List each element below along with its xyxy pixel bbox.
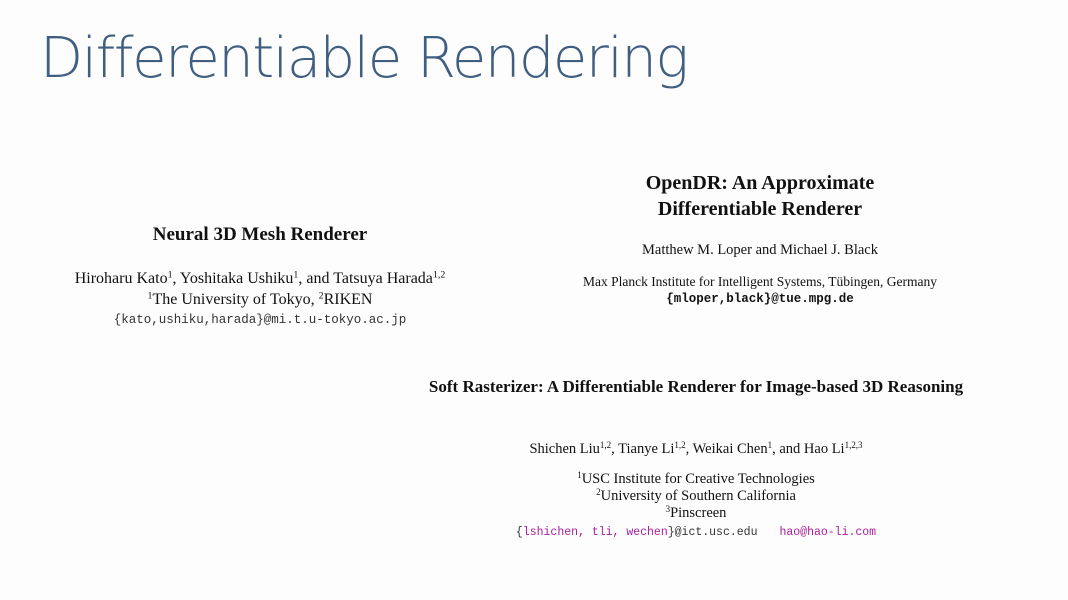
paper-title-line: Differentiable Renderer bbox=[657, 198, 863, 220]
paper-title: Neural 3D Mesh Renderer bbox=[152, 224, 368, 245]
author-email: {mloper,black}@tue.mpg.de bbox=[666, 292, 854, 306]
paper-soft-rasterizer: Soft Rasterizer: A Differentiable Render… bbox=[396, 377, 996, 539]
author-emails: {lshichen, tli, wechen}@ict.usc.edu hao@h… bbox=[396, 526, 996, 539]
author-list: Shichen Liu1,2, Tianye Li1,2, Weikai Che… bbox=[396, 441, 996, 458]
author-affil-mark: 1,2,3 bbox=[844, 440, 863, 451]
affiliation-name: USC Institute for Creative Technologies bbox=[581, 471, 815, 487]
paper-title: Soft Rasterizer: A Differentiable Render… bbox=[428, 377, 964, 396]
author-separator: , and bbox=[772, 441, 804, 457]
email-address: hao@hao-li.com bbox=[779, 526, 877, 539]
affiliation-name: RIKEN bbox=[323, 291, 373, 308]
email-usernames: lshichen, tli, wechen bbox=[522, 526, 668, 539]
affiliation-name: The University of Tokyo bbox=[152, 291, 311, 308]
paper-neural-3d-mesh-renderer: Neural 3D Mesh Renderer Hiroharu Kato1, … bbox=[40, 224, 480, 327]
author-list: Hiroharu Kato1, Yoshitaka Ushiku1, and T… bbox=[40, 268, 480, 289]
paper-title-line: OpenDR: An Approximate bbox=[645, 172, 875, 194]
author-separator: , bbox=[172, 270, 180, 287]
author-separator: , and bbox=[298, 270, 334, 287]
affiliation-line: 2University of Southern California bbox=[396, 488, 996, 505]
author-name: Yoshitaka Ushiku bbox=[179, 270, 294, 287]
author-name: Hiroharu Kato bbox=[74, 270, 168, 287]
author-list: Matthew M. Loper and Michael J. Black bbox=[642, 242, 878, 258]
author-email: {kato,ushiku,harada}@mi.t.u-tokyo.ac.jp bbox=[113, 313, 407, 327]
affiliation-list: 1The University of Tokyo, 2RIKEN bbox=[40, 289, 480, 310]
affiliation-name: Max Planck Institute for Intelligent Sys… bbox=[582, 274, 938, 289]
affiliation-separator: , bbox=[310, 291, 319, 308]
affiliation-name: Pinscreen bbox=[670, 505, 727, 521]
affiliation-line: 1USC Institute for Creative Technologies bbox=[396, 471, 996, 488]
affiliation-name: University of Southern California bbox=[600, 488, 796, 504]
author-affil-mark: 1,2 bbox=[674, 440, 686, 451]
author-separator: , bbox=[685, 441, 693, 457]
email-domain: }@ict.usc.edu bbox=[667, 526, 758, 539]
affiliation-line: 3Pinscreen bbox=[396, 505, 996, 522]
paper-title: OpenDR: An Approximate Differentiable Re… bbox=[560, 170, 960, 222]
paper-opendr: OpenDR: An Approximate Differentiable Re… bbox=[560, 170, 960, 307]
author-affil-mark: 1,2 bbox=[599, 440, 612, 451]
author-name: Hao Li bbox=[803, 441, 845, 457]
email-brace: { bbox=[515, 526, 523, 539]
author-name: Tianye Li bbox=[618, 441, 675, 457]
author-affil-mark: 1,2 bbox=[432, 269, 446, 281]
author-name: Tatsuya Harada bbox=[333, 270, 433, 287]
author-name: Weikai Chen bbox=[692, 441, 768, 457]
slide-title: Differentiable Rendering bbox=[40, 26, 689, 91]
author-name: Shichen Liu bbox=[529, 441, 600, 457]
